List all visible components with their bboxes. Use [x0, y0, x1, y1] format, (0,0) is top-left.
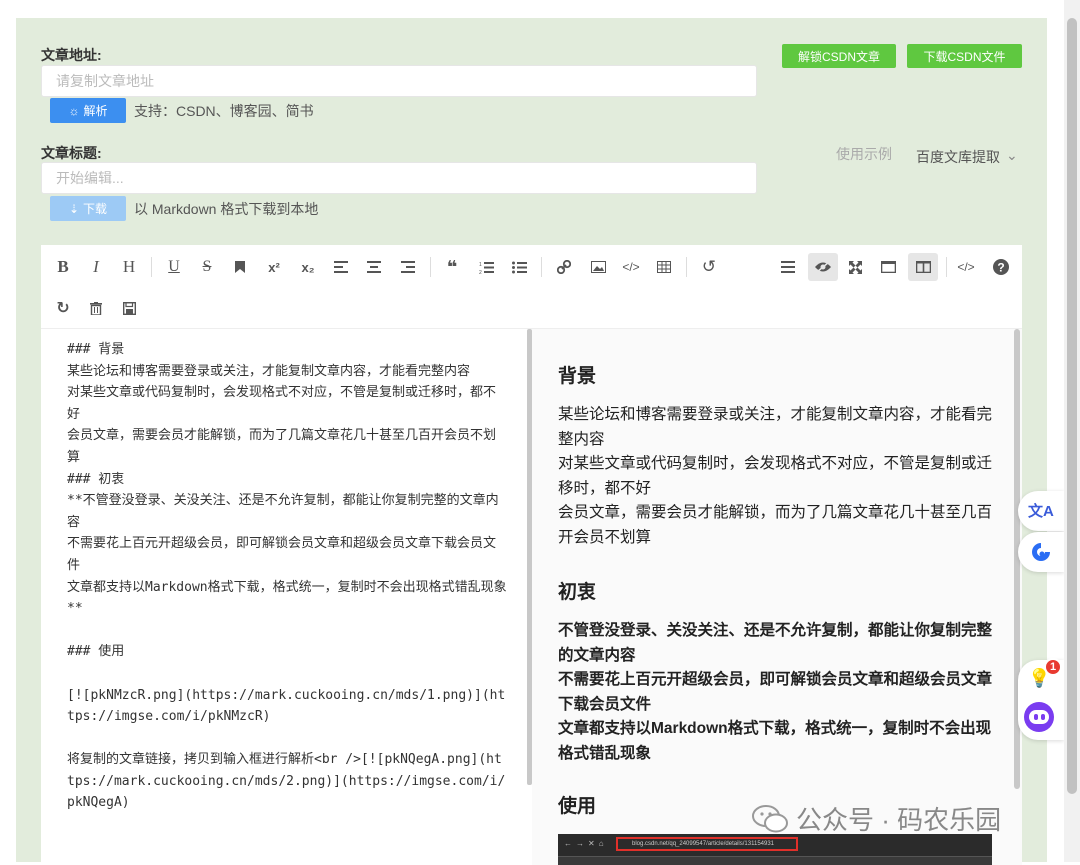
baidu-extract-dropdown[interactable]: 百度文库提取 ⌄	[916, 147, 1018, 167]
baidu-extract-label: 百度文库提取	[916, 149, 1000, 165]
strikethrough-icon[interactable]: S	[195, 255, 219, 279]
ordered-list-icon[interactable]: 12	[474, 255, 498, 279]
underline-icon[interactable]: U	[162, 255, 186, 279]
bookmark-icon[interactable]	[228, 255, 252, 279]
fullscreen-icon[interactable]	[843, 255, 867, 279]
trash-icon[interactable]	[84, 296, 108, 320]
undo-icon[interactable]: ↺	[697, 255, 721, 279]
parse-button-label: 解析	[83, 104, 108, 118]
svg-text:?: ?	[997, 261, 1004, 275]
notification-badge: 1	[1044, 658, 1062, 676]
code-icon[interactable]: </>	[619, 255, 643, 279]
screenshot-bookmarks-bar	[558, 856, 992, 865]
preview-paragraph: 会员文章，需要会员才能解锁，而为了几篇文章花几十甚至几百开会员不划算	[558, 504, 993, 546]
save-icon[interactable]	[117, 296, 141, 320]
menu-icon[interactable]	[776, 255, 800, 279]
link-icon[interactable]	[552, 255, 576, 279]
preview-heading-intent: 初衷	[558, 582, 597, 603]
italic-icon[interactable]: I	[84, 255, 108, 279]
assistant-button[interactable]	[1018, 532, 1064, 572]
wechat-icon	[752, 804, 788, 832]
usage-example-link[interactable]: 使用示例	[836, 144, 892, 164]
title-label: 文章标题:	[41, 145, 102, 161]
download-arrow-icon: ⇣	[68, 201, 80, 216]
chevron-down-icon: ⌄	[1006, 147, 1018, 163]
superscript-icon[interactable]: x²	[262, 255, 286, 279]
preview-pane: 背景 某些论坛和博客需要登录或关注，才能复制文章内容，才能看完整内容 对某些文章…	[532, 329, 1022, 865]
preview-bold-paragraph: 文章都支持以Markdown格式下载，格式统一，复制时不会出现格式错乱现象	[558, 720, 992, 762]
help-icon[interactable]: ?	[989, 255, 1013, 279]
align-right-icon[interactable]	[396, 255, 420, 279]
download-csdn-button[interactable]: 下载CSDN文件	[907, 44, 1022, 68]
preview-paragraph: 对某些文章或代码复制时，会发现格式不对应，不管是复制或迁移时，都不好	[558, 455, 993, 497]
download-button[interactable]: ⇣ 下载	[50, 196, 126, 221]
quote-icon[interactable]: ❝	[440, 255, 464, 279]
align-left-icon[interactable]	[329, 255, 353, 279]
watermark-text: 公众号 · 码农乐园	[796, 805, 1002, 835]
preview-paragraph: 某些论坛和博客需要登录或关注，才能复制文章内容，才能看完整内容	[558, 406, 993, 448]
parse-button[interactable]: ☼ 解析	[50, 98, 126, 123]
svg-text:2: 2	[479, 270, 482, 274]
browser-nav-icons: ←→✕⌂	[564, 839, 608, 848]
unlock-csdn-button[interactable]: 解锁CSDN文章	[782, 44, 896, 68]
download-button-label: 下载	[83, 202, 108, 216]
svg-text:1: 1	[479, 262, 482, 268]
title-input[interactable]	[41, 162, 757, 194]
support-text: 支持：CSDN、博客园、简书	[134, 103, 314, 119]
redo-icon[interactable]: ↻	[51, 296, 75, 320]
url-label: 文章地址:	[41, 47, 102, 63]
markdown-source-pane[interactable]: ### 背景 某些论坛和博客需要登录或关注，才能复制文章内容，才能看完整内容 对…	[41, 329, 531, 865]
table-icon[interactable]	[652, 255, 676, 279]
download-hint: 以 Markdown 格式下载到本地	[134, 201, 319, 217]
preview-bold-paragraph: 不管登没登录、关没关注、还是不允许复制，都能让你复制完整的文章内容	[558, 622, 993, 664]
preview-toggle-icon[interactable]	[808, 253, 838, 281]
html-code-icon[interactable]: </>	[954, 255, 978, 279]
preview-bold-paragraph: 不需要花上百元开超级会员，即可解锁会员文章和超级会员文章下载会员文件	[558, 671, 993, 713]
translate-button[interactable]: 文A	[1018, 491, 1064, 531]
wechat-watermark: 公众号 · 码农乐园	[752, 800, 1001, 837]
heading-icon[interactable]: H	[117, 255, 141, 279]
image-icon[interactable]	[586, 255, 610, 279]
preview-screenshot-image: ←→✕⌂ blog.csdn.net/qq_24099547/article/d…	[558, 834, 992, 865]
sparkle-icon: ☼	[68, 103, 80, 118]
url-input[interactable]	[41, 65, 757, 97]
unordered-list-icon[interactable]	[507, 255, 531, 279]
markdown-source-text[interactable]: ### 背景 某些论坛和博客需要登录或关注，才能复制文章内容，才能看完整内容 对…	[67, 339, 507, 814]
translate-icon: 文A	[1028, 503, 1054, 520]
window-icon[interactable]	[876, 255, 900, 279]
robot-icon[interactable]	[1024, 702, 1054, 732]
page-scrollbar-thumb[interactable]	[1067, 18, 1077, 794]
editor-toolbar: B I H U S x² x₂ ❝ 12 </> ↺ </> ? ↻	[41, 245, 1022, 329]
subscript-icon[interactable]: x₂	[296, 255, 320, 279]
preview-heading-background: 背景	[558, 366, 597, 387]
markdown-editor: B I H U S x² x₂ ❝ 12 </> ↺ </> ? ↻ ### 背…	[41, 245, 1022, 865]
assistant-icon	[1032, 543, 1050, 561]
side-by-side-icon[interactable]	[908, 253, 938, 281]
bold-icon[interactable]: B	[51, 255, 75, 279]
screenshot-url: blog.csdn.net/qq_24099547/article/detail…	[616, 837, 798, 851]
align-center-icon[interactable]	[362, 255, 386, 279]
